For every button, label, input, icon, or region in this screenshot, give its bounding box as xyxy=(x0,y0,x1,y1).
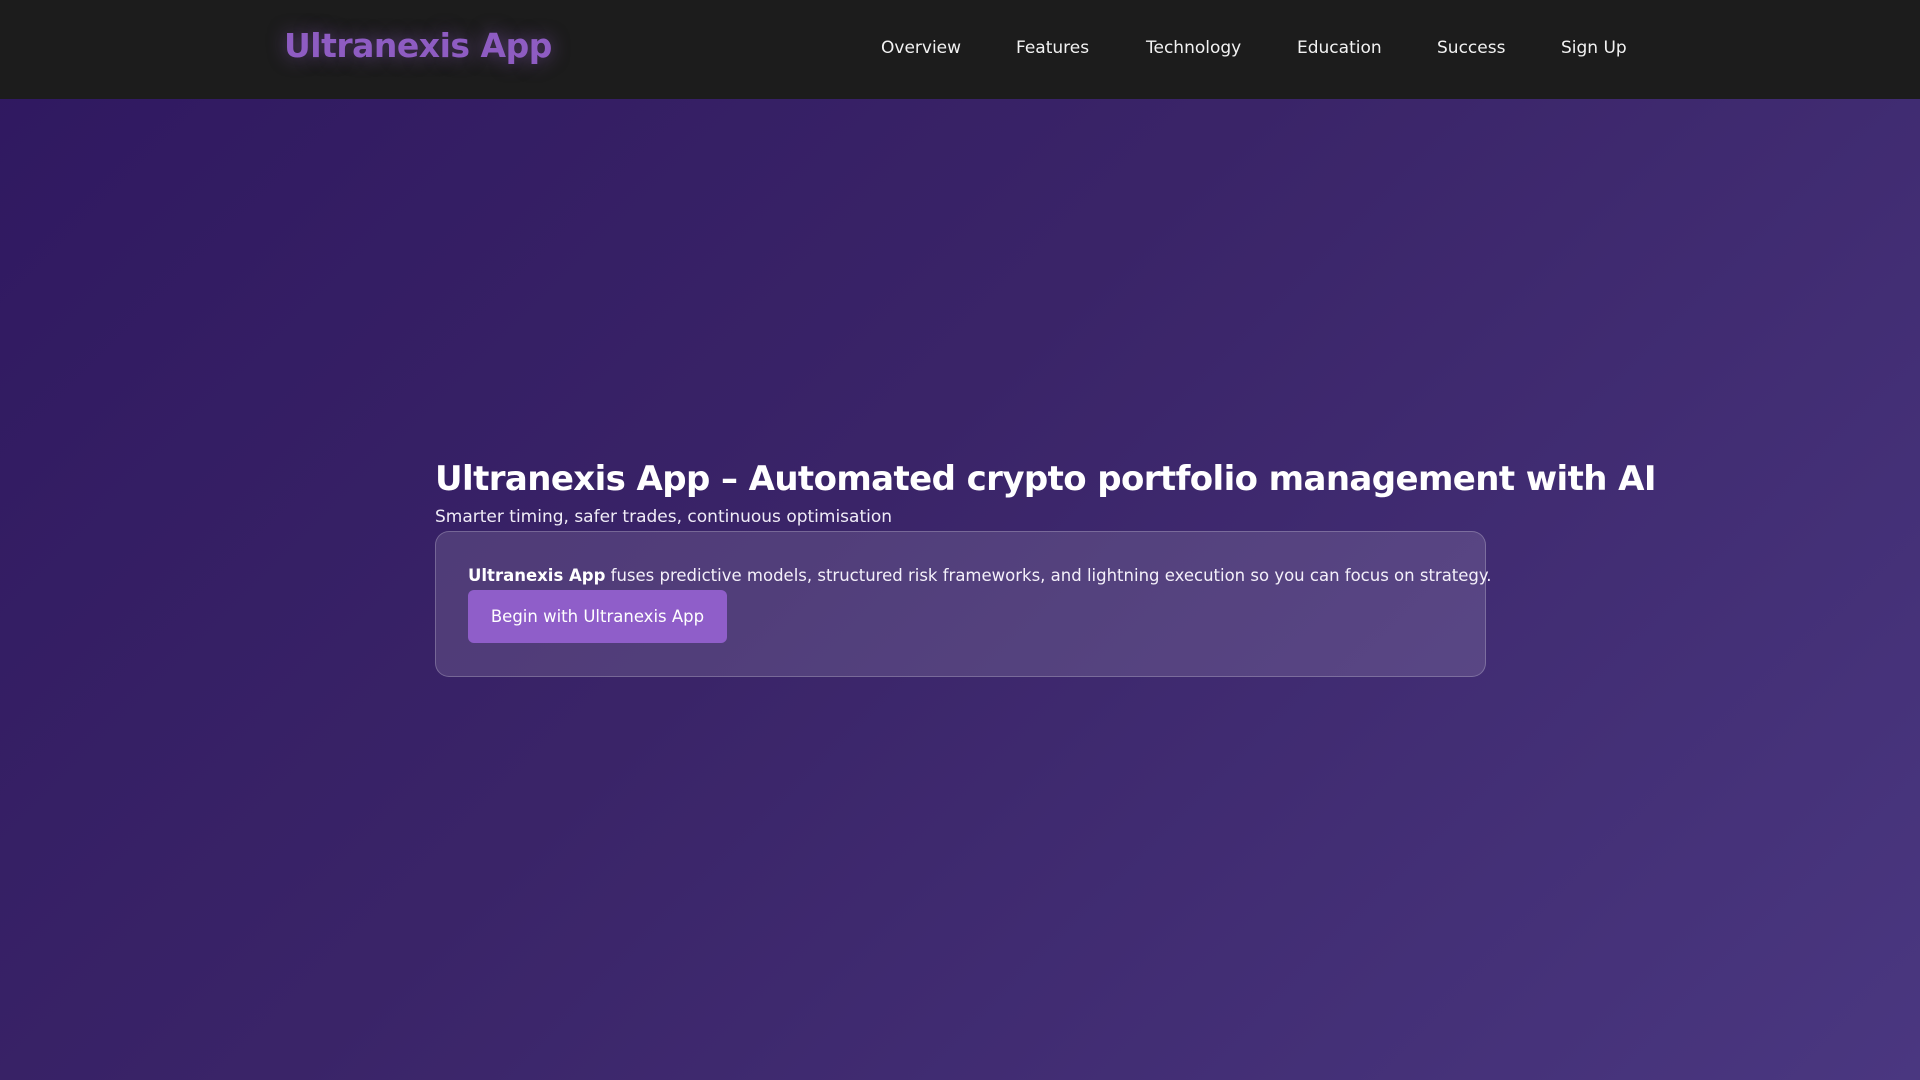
hero-card: Ultranexis App fuses predictive models, … xyxy=(435,531,1492,677)
main-nav: Overview Features Technology Education S… xyxy=(0,38,1920,62)
hero-card-description-text: fuses predictive models, structured risk… xyxy=(605,566,1492,585)
hero-title: Ultranexis App – Automated crypto portfo… xyxy=(435,459,1656,499)
nav-link-overview[interactable]: Overview xyxy=(881,38,961,58)
nav-link-sign-up[interactable]: Sign Up xyxy=(1561,38,1627,58)
top-navigation-bar: Ultranexis App Overview Features Technol… xyxy=(0,0,1920,99)
nav-link-success[interactable]: Success xyxy=(1437,38,1505,58)
begin-button[interactable]: Begin with Ultranexis App xyxy=(468,590,727,643)
nav-link-education[interactable]: Education xyxy=(1297,38,1382,58)
hero-card-brand: Ultranexis App xyxy=(468,566,606,585)
hero-card-description: Ultranexis App fuses predictive models, … xyxy=(468,566,1492,585)
nav-link-features[interactable]: Features xyxy=(1016,38,1089,58)
hero-subtitle: Smarter timing, safer trades, continuous… xyxy=(435,507,893,527)
nav-link-technology[interactable]: Technology xyxy=(1146,38,1241,58)
